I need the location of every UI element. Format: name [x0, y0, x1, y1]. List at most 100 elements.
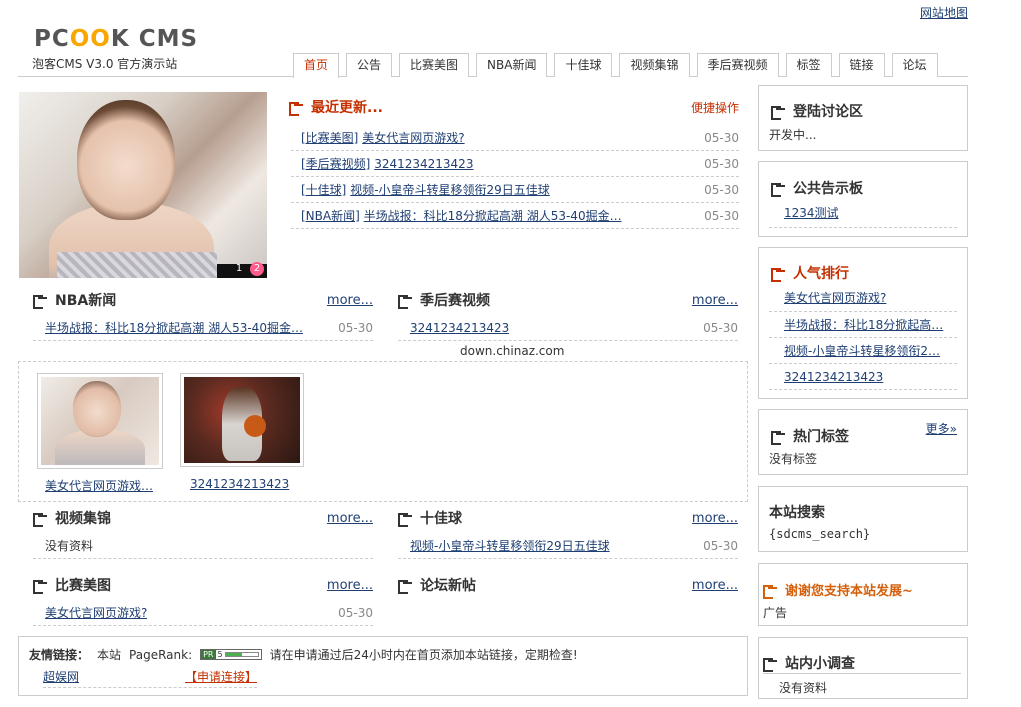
slide-image[interactable]: [19, 92, 267, 278]
friend-link-item[interactable]: 超娱网: [43, 668, 79, 685]
article-link[interactable]: 半场战报：科比18分掀起高潮 湖人53-40掘金…: [33, 319, 303, 336]
hand-pointer-icon: [771, 183, 785, 197]
article-link[interactable]: 3241234213423: [374, 157, 473, 171]
recent-title: 最近更新...: [289, 97, 383, 117]
tab-forum[interactable]: 论坛: [891, 53, 938, 77]
list-item: 美女代言网页游戏? 05-30: [33, 600, 373, 626]
pagerank-label: PageRank:: [129, 647, 193, 662]
category-link[interactable]: [NBA新闻]: [301, 209, 360, 223]
sidebar-survey: 站内小调查 没有资料: [758, 637, 968, 699]
sidebar-hot-tags: 热门标签 更多» 没有标签: [758, 409, 968, 475]
list-item: 3241234213423 05-30: [398, 315, 738, 341]
tab-links[interactable]: 链接: [838, 53, 885, 77]
article-link[interactable]: 美女代言网页游戏?: [362, 131, 464, 145]
watermark-text: down.chinaz.com: [460, 344, 565, 358]
sidebar-text: 开发中...: [769, 128, 817, 142]
photo-gallery: 美女代言网页游戏… 3241234213423: [18, 361, 748, 502]
date: 05-30: [704, 208, 739, 223]
hand-pointer-icon: [763, 657, 777, 672]
sidebar-popular: 人气排行 美女代言网页游戏? 半场战报：科比18分掀起高… 视频-小皇帝斗转星移…: [758, 247, 968, 399]
section-title: NBA新闻: [33, 290, 116, 310]
hand-pointer-icon: [398, 513, 412, 527]
gallery-caption[interactable]: 3241234213423: [180, 477, 304, 491]
tab-match-photos[interactable]: 比赛美图: [399, 53, 470, 77]
more-tags-link[interactable]: 更多»: [926, 420, 957, 437]
popular-link[interactable]: 3241234213423: [784, 370, 883, 384]
sidebar-title: 登陆讨论区: [771, 101, 863, 121]
more-link[interactable]: more...: [327, 578, 373, 593]
search-placeholder[interactable]: {sdcms_search}: [769, 527, 870, 541]
list-item: 半场战报：科比18分掀起高…: [769, 312, 957, 338]
more-link[interactable]: more...: [692, 578, 738, 593]
gallery-thumbnail[interactable]: [37, 373, 163, 469]
more-link[interactable]: more...: [327, 511, 373, 526]
hand-pointer-icon: [398, 295, 412, 309]
sidebar-title: 人气排行: [771, 263, 849, 283]
apply-link-button[interactable]: 【申请连接】: [185, 668, 257, 685]
popular-link[interactable]: 视频-小皇帝斗转星移领衔2…: [784, 344, 940, 358]
category-link[interactable]: [十佳球]: [301, 183, 346, 197]
hand-pointer-icon: [398, 580, 412, 594]
more-link[interactable]: more...: [692, 293, 738, 308]
tab-nba-news[interactable]: NBA新闻: [476, 53, 548, 77]
article-link[interactable]: 视频-小皇帝斗转星移领衔29日五佳球: [350, 183, 550, 197]
section-video-highlights: 视频集锦 more... 没有资料: [33, 509, 373, 559]
gallery-caption[interactable]: 美女代言网页游戏…: [37, 477, 163, 494]
sitemap-link[interactable]: 网站地图: [920, 4, 968, 21]
category-link[interactable]: [比赛美图]: [301, 131, 358, 145]
more-link[interactable]: more...: [327, 293, 373, 308]
recent-updates: 最近更新... 便捷操作 [比赛美图] 美女代言网页游戏? 05-30 [季后赛…: [289, 98, 739, 229]
notice-link[interactable]: 1234测试: [784, 206, 839, 220]
sidebar-login: 登陆讨论区 开发中...: [758, 85, 968, 151]
list-item: 3241234213423: [769, 364, 957, 390]
tab-tags[interactable]: 标签: [785, 53, 832, 77]
tab-announcements[interactable]: 公告: [346, 53, 393, 77]
sidebar-notice-board: 公共告示板 1234测试: [758, 161, 968, 237]
section-title: 十佳球: [398, 508, 462, 528]
tab-video-highlights[interactable]: 视频集锦: [619, 53, 690, 77]
hand-pointer-icon: [771, 431, 785, 445]
friend-links-label: 友情链接：: [29, 648, 90, 662]
sidebar-title: 谢谢您支持本站发展~: [763, 580, 913, 599]
sidebar-text: 没有标签: [769, 452, 818, 466]
featured-slideshow[interactable]: 1 2: [19, 92, 267, 278]
list-item: [十佳球] 视频-小皇帝斗转星移领衔29日五佳球 05-30: [291, 177, 739, 203]
slide-page-2[interactable]: 2: [250, 262, 264, 276]
sidebar-title: 本站搜索: [769, 505, 825, 521]
date: 05-30: [703, 538, 738, 553]
slide-pager: 1 2: [232, 262, 264, 276]
tab-home[interactable]: 首页: [293, 53, 340, 78]
site-logo[interactable]: PCOOK CMS: [34, 26, 198, 52]
gallery-item: 美女代言网页游戏…: [37, 373, 163, 494]
popular-link[interactable]: 半场战报：科比18分掀起高…: [784, 318, 943, 332]
popular-link[interactable]: 美女代言网页游戏?: [784, 291, 886, 305]
hand-pointer-icon: [33, 513, 47, 527]
tab-playoff-videos[interactable]: 季后赛视频: [696, 53, 779, 77]
article-link[interactable]: 半场战报：科比18分掀起高潮 湖人53-40掘金…: [364, 209, 622, 223]
ad-text: 广告: [763, 606, 788, 620]
date: 05-30: [704, 130, 739, 145]
list-item: 视频-小皇帝斗转星移领衔2…: [769, 338, 957, 364]
list-item: 视频-小皇帝斗转星移领衔29日五佳球 05-30: [398, 533, 738, 559]
gallery-thumbnail[interactable]: [180, 373, 304, 467]
hand-pointer-icon: [33, 580, 47, 594]
article-link[interactable]: 美女代言网页游戏?: [33, 604, 147, 621]
category-link[interactable]: [季后赛视频]: [301, 157, 370, 171]
pagerank-bar: [224, 652, 259, 657]
hand-pointer-icon: [771, 268, 785, 282]
more-link[interactable]: more...: [692, 511, 738, 526]
section-title: 季后赛视频: [398, 290, 490, 310]
article-link[interactable]: 3241234213423: [398, 321, 509, 335]
friend-links: 友情链接： 本站 PageRank: PR 5 请在申请通过后24小时内在首页添…: [18, 636, 748, 696]
date: 05-30: [704, 182, 739, 197]
slide-page-1[interactable]: 1: [232, 262, 246, 276]
pagerank-badge: PR 5: [200, 649, 262, 660]
tab-top10[interactable]: 十佳球: [554, 53, 613, 77]
hand-pointer-icon: [763, 584, 777, 599]
list-item: [比赛美图] 美女代言网页游戏? 05-30: [291, 125, 739, 151]
section-title: 论坛新帖: [398, 575, 476, 595]
site-label: 本站: [97, 648, 122, 662]
article-link[interactable]: 视频-小皇帝斗转星移领衔29日五佳球: [398, 537, 610, 554]
list-item: 美女代言网页游戏?: [769, 286, 957, 312]
quick-actions-link[interactable]: 便捷操作: [691, 99, 739, 116]
